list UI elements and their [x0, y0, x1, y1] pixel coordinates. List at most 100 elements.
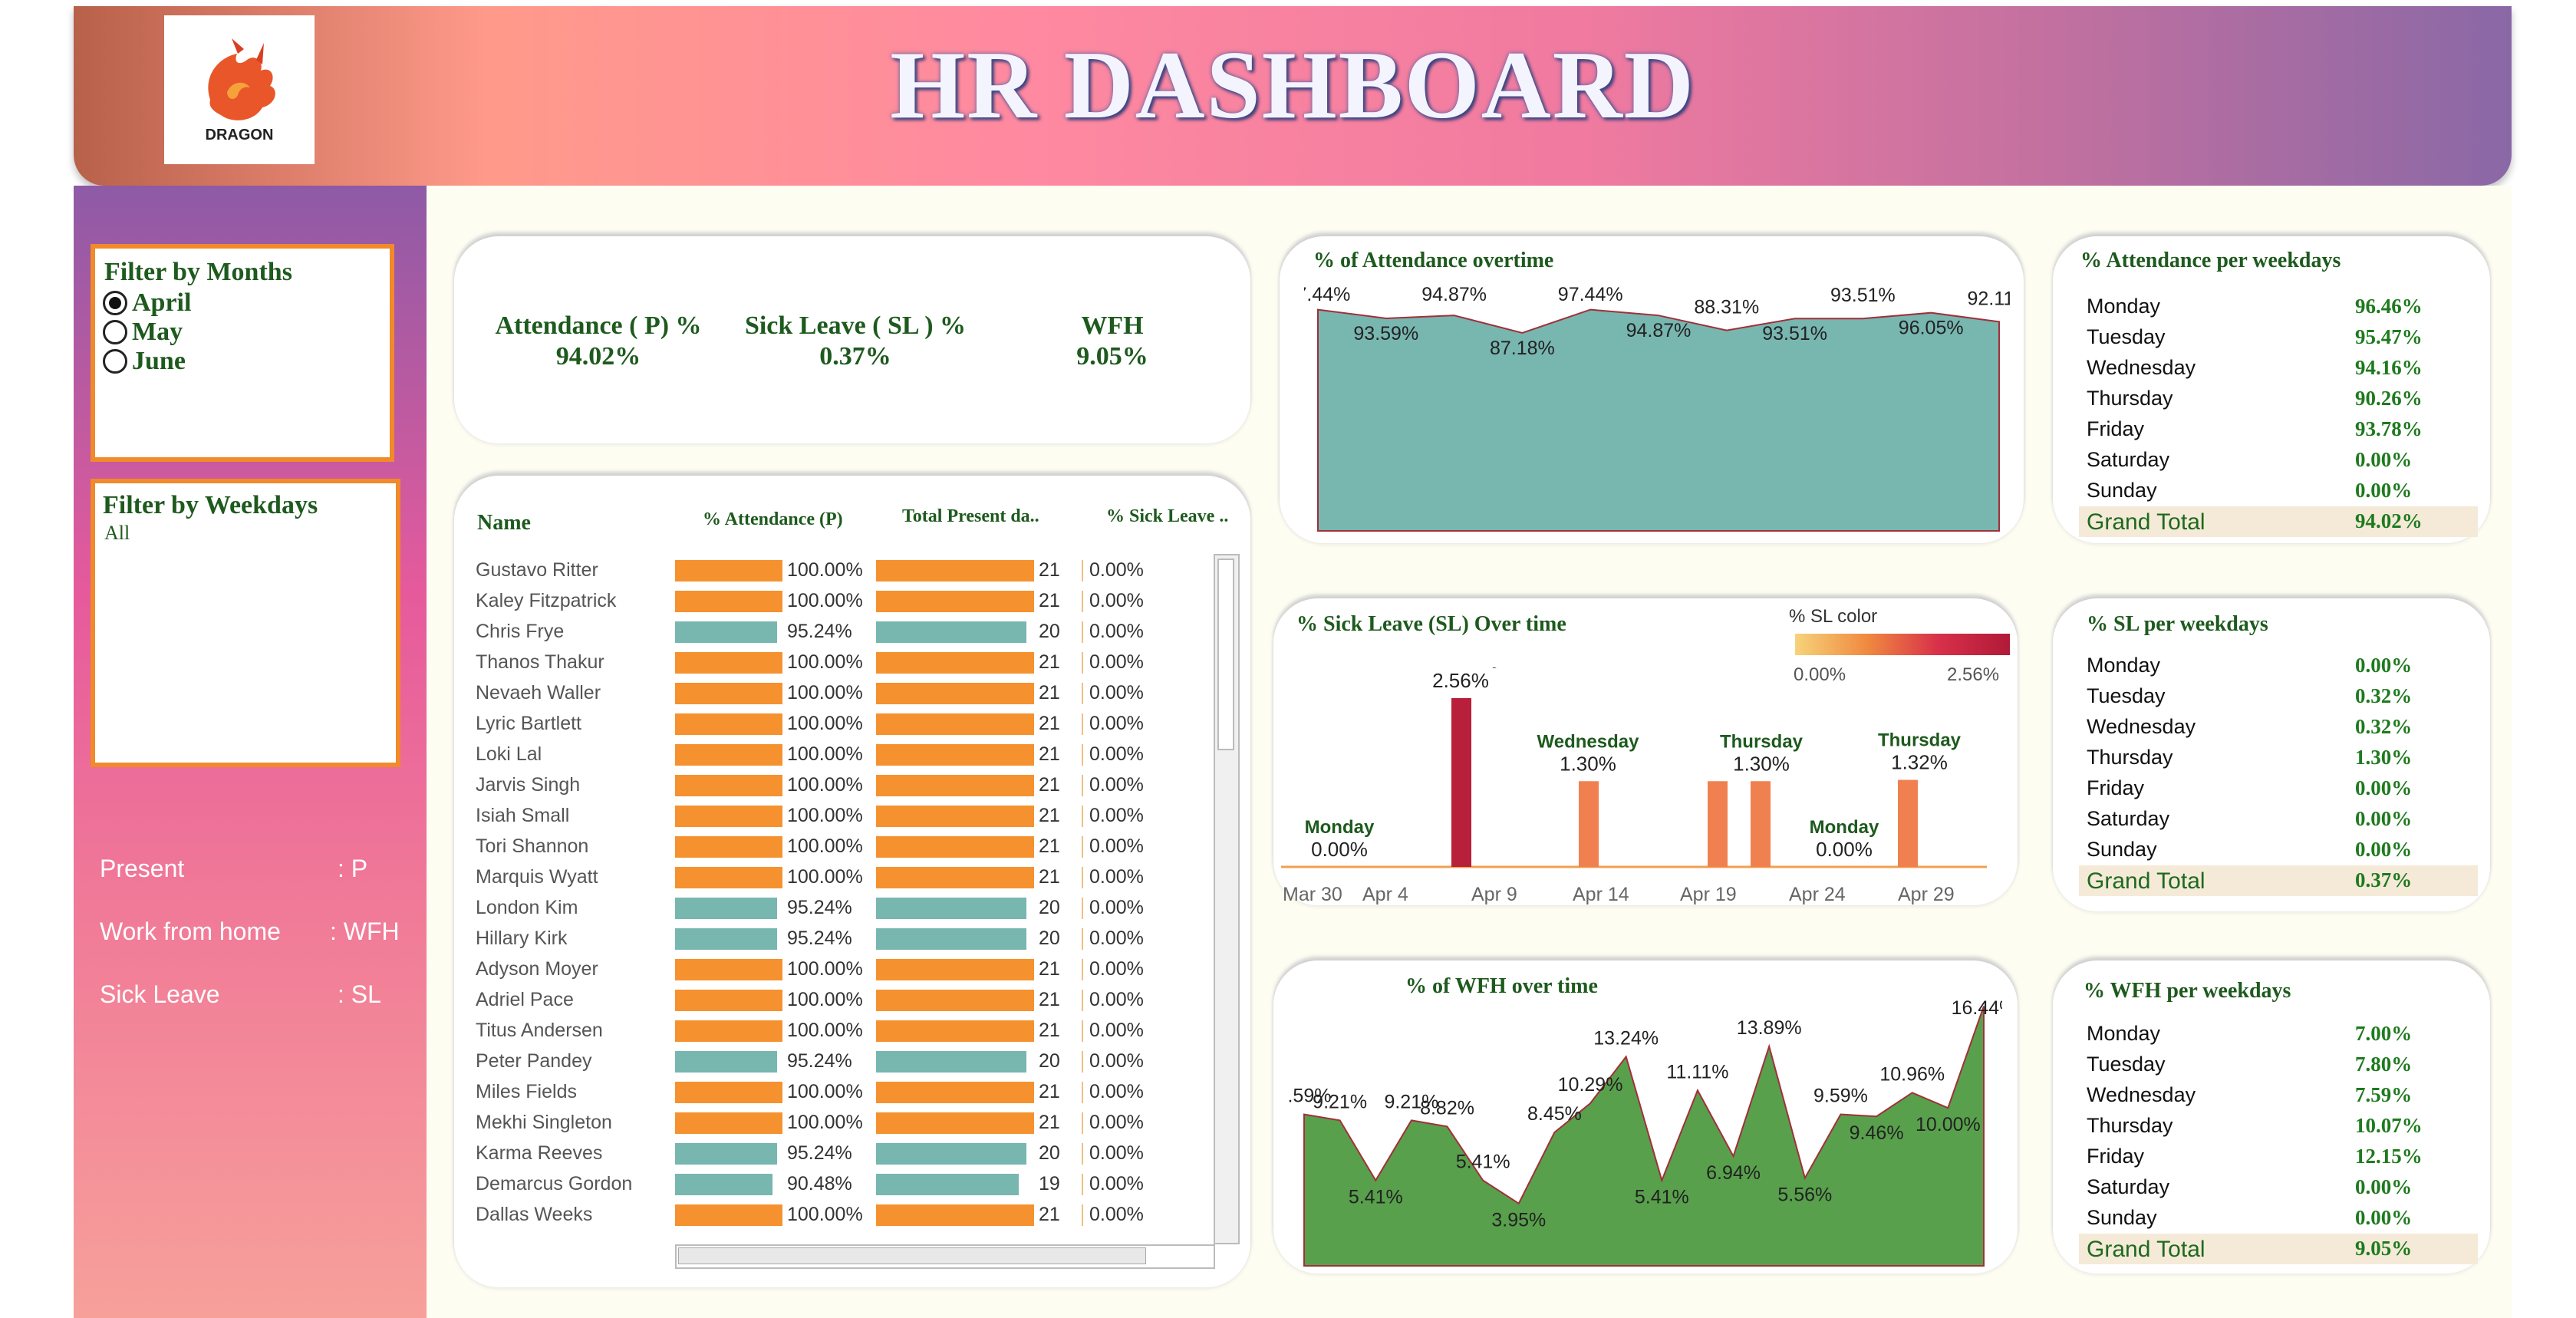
- sick-leave-value: 0.00%: [1089, 774, 1144, 796]
- table-row[interactable]: Mekhi Singleton 100.00% 21 0.00%: [0, 1108, 1144, 1138]
- table-row[interactable]: Loki Lal 100.00% 21 0.00%: [0, 740, 1144, 770]
- x-tick-label: Apr 24: [1789, 884, 1846, 905]
- weekday-row: Tuesday 95.47%: [2064, 322, 2478, 353]
- table-row[interactable]: London Kim 95.24% 20 0.00%: [0, 893, 1144, 924]
- employee-name: Demarcus Gordon: [476, 1173, 633, 1194]
- present-days-value: 20: [1039, 928, 1060, 949]
- scrollbar-thumb[interactable]: [678, 1247, 1146, 1264]
- sick-leave-bar-chart[interactable]: Mar 30 Apr 4 Apr 9 Apr 14 Apr 19 Apr 24 Apr 29…: [1273, 667, 1995, 905]
- sick-leave-value: 0.00%: [1089, 651, 1144, 673]
- weekday-name: Thursday: [2087, 746, 2173, 769]
- col-header-attendance[interactable]: % Attendance (P): [703, 509, 843, 530]
- sl-bar: [1898, 779, 1918, 867]
- attendance-weekday-table: Monday 96.46% Tuesday 95.47% Wednesday 94.16%…: [2064, 292, 2493, 537]
- scrollbar-thumb[interactable]: [1217, 559, 1234, 750]
- weekday-row: Sunday 0.00%: [2064, 835, 2478, 865]
- page-title: HR DASHBOARD: [890, 32, 1695, 139]
- table-row[interactable]: Gustavo Ritter 100.00% 21 0.00%: [0, 555, 1144, 586]
- attendance-bar: [675, 1112, 782, 1134]
- weekday-row: Thursday 10.07%: [2064, 1111, 2478, 1142]
- table-row[interactable]: Nevaeh Waller 100.00% 21 0.00%: [0, 678, 1144, 709]
- sick-leave-value: 0.00%: [1089, 1081, 1144, 1102]
- table-row[interactable]: Adyson Moyer 100.00% 21 0.00%: [0, 954, 1144, 985]
- weekday-name: Sunday: [2087, 838, 2157, 861]
- employee-name: Marquis Wyatt: [476, 866, 598, 888]
- present-days-bar: [876, 713, 1034, 735]
- col-header-sick-leave[interactable]: % Sick Leave ..: [1106, 506, 1228, 527]
- weekday-value: 0.00%: [2355, 776, 2413, 799]
- present-days-bar: [876, 1174, 1019, 1195]
- table-row[interactable]: Karma Reeves 95.24% 20 0.00%: [0, 1138, 1144, 1169]
- x-tick-label: Apr 4: [1362, 884, 1408, 905]
- month-label: April: [132, 288, 192, 317]
- present-days-bar: [876, 744, 1034, 766]
- col-header-name[interactable]: Name: [477, 511, 531, 535]
- radio-selected-icon[interactable]: [103, 291, 127, 315]
- table-row[interactable]: Kaley Fitzpatrick 100.00% 21 0.00%: [0, 586, 1144, 617]
- table-row[interactable]: Peter Pandey 95.24% 20 0.00%: [0, 1046, 1144, 1077]
- months-filter-title: Filter by Months: [104, 258, 292, 286]
- table-row[interactable]: Isiah Small 100.00% 21 0.00%: [0, 801, 1144, 832]
- table-row[interactable]: Thanos Thakur 100.00% 21 0.00%: [0, 647, 1144, 678]
- table-row[interactable]: Chris Frye 95.24% 20 0.00%: [0, 617, 1144, 647]
- attendance-value: 95.24%: [787, 1050, 852, 1072]
- present-days-bar: [876, 560, 1034, 582]
- present-days-bar: [876, 683, 1034, 704]
- radio-icon[interactable]: [103, 320, 127, 344]
- weekday-value: 94.16%: [2355, 356, 2423, 379]
- table-row[interactable]: Hillary Kirk 95.24% 20 0.00%: [0, 924, 1144, 954]
- attendance-value: 100.00%: [787, 866, 863, 888]
- wfh-area-chart[interactable]: 9.59%9.21%5.41%9.21%8.82%5.41%3.95%8.45%…: [1289, 997, 2002, 1274]
- present-days-value: 21: [1039, 559, 1060, 581]
- attendance-bar: [675, 1020, 782, 1042]
- month-option-june[interactable]: June: [103, 347, 191, 376]
- data-label: 13.89%: [1737, 1017, 1802, 1039]
- table-row[interactable]: Demarcus Gordon 90.48% 19 0.00%: [0, 1169, 1144, 1200]
- horizontal-scrollbar[interactable]: [675, 1244, 1215, 1269]
- weekday-name: Friday: [2087, 417, 2145, 440]
- weekday-value: 7.59%: [2355, 1083, 2413, 1106]
- weekdays-filter-value[interactable]: All: [104, 522, 130, 545]
- radio-icon[interactable]: [103, 349, 127, 374]
- grand-total-row: Grand Total 9.05%: [2079, 1234, 2478, 1264]
- annotation-value: 1.30%: [1560, 752, 1616, 775]
- weekday-value: 7.80%: [2355, 1053, 2413, 1076]
- table-row[interactable]: Dallas Weeks 100.00% 21 0.00%: [0, 1200, 1144, 1231]
- weekday-name: Friday: [2087, 1145, 2145, 1168]
- table-row[interactable]: Titus Andersen 100.00% 21 0.00%: [0, 1016, 1144, 1046]
- weekday-value: 0.00%: [2355, 479, 2413, 502]
- table-row[interactable]: Tori Shannon 100.00% 21 0.00%: [0, 832, 1144, 862]
- attendance-area-chart[interactable]: 97.44%93.59%94.87%87.18%97.44%94.87%88.3…: [1304, 284, 2010, 537]
- col-header-present-days[interactable]: Total Present da..: [902, 506, 1039, 527]
- data-label: 5.41%: [1456, 1152, 1510, 1173]
- table-row[interactable]: Miles Fields 100.00% 21 0.00%: [0, 1077, 1144, 1108]
- employee-name: Kaley Fitzpatrick: [476, 590, 617, 611]
- annotation-day: Monday: [1810, 817, 1879, 838]
- table-row[interactable]: Marquis Wyatt 100.00% 21 0.00%: [0, 862, 1144, 893]
- employee-name: Tori Shannon: [476, 835, 589, 857]
- weekday-value: 12.15%: [2355, 1145, 2423, 1168]
- attendance-value: 100.00%: [787, 1204, 863, 1225]
- table-row[interactable]: Adriel Pace 100.00% 21 0.00%: [0, 985, 1144, 1016]
- kpi-attendance-label: Attendance ( P) %: [495, 311, 702, 340]
- weekdays-filter-title: Filter by Weekdays: [103, 491, 318, 519]
- sick-leave-bar: [1082, 1051, 1083, 1073]
- table-row[interactable]: Lyric Bartlett 100.00% 21 0.00%: [0, 709, 1144, 740]
- vertical-scrollbar[interactable]: [1214, 554, 1240, 1244]
- present-days-value: 21: [1039, 1204, 1060, 1225]
- month-option-may[interactable]: May: [103, 318, 191, 347]
- attendance-bar: [675, 775, 782, 796]
- attendance-value: 100.00%: [787, 835, 863, 857]
- employee-name: Loki Lal: [476, 743, 542, 765]
- data-label: 9.21%: [1313, 1091, 1367, 1112]
- table-row[interactable]: Jarvis Singh 100.00% 21 0.00%: [0, 770, 1144, 801]
- annotation-day: Thursday: [1720, 731, 1804, 752]
- x-tick-label: Apr 19: [1680, 884, 1737, 905]
- sick-leave-value: 0.00%: [1089, 989, 1144, 1010]
- x-tick-label: Apr 9: [1471, 884, 1517, 905]
- sl-bar: [1579, 781, 1599, 867]
- month-option-april[interactable]: April: [103, 288, 191, 318]
- present-days-bar: [876, 1204, 1034, 1226]
- sick-leave-bar: [1082, 990, 1083, 1011]
- month-label: June: [132, 347, 186, 375]
